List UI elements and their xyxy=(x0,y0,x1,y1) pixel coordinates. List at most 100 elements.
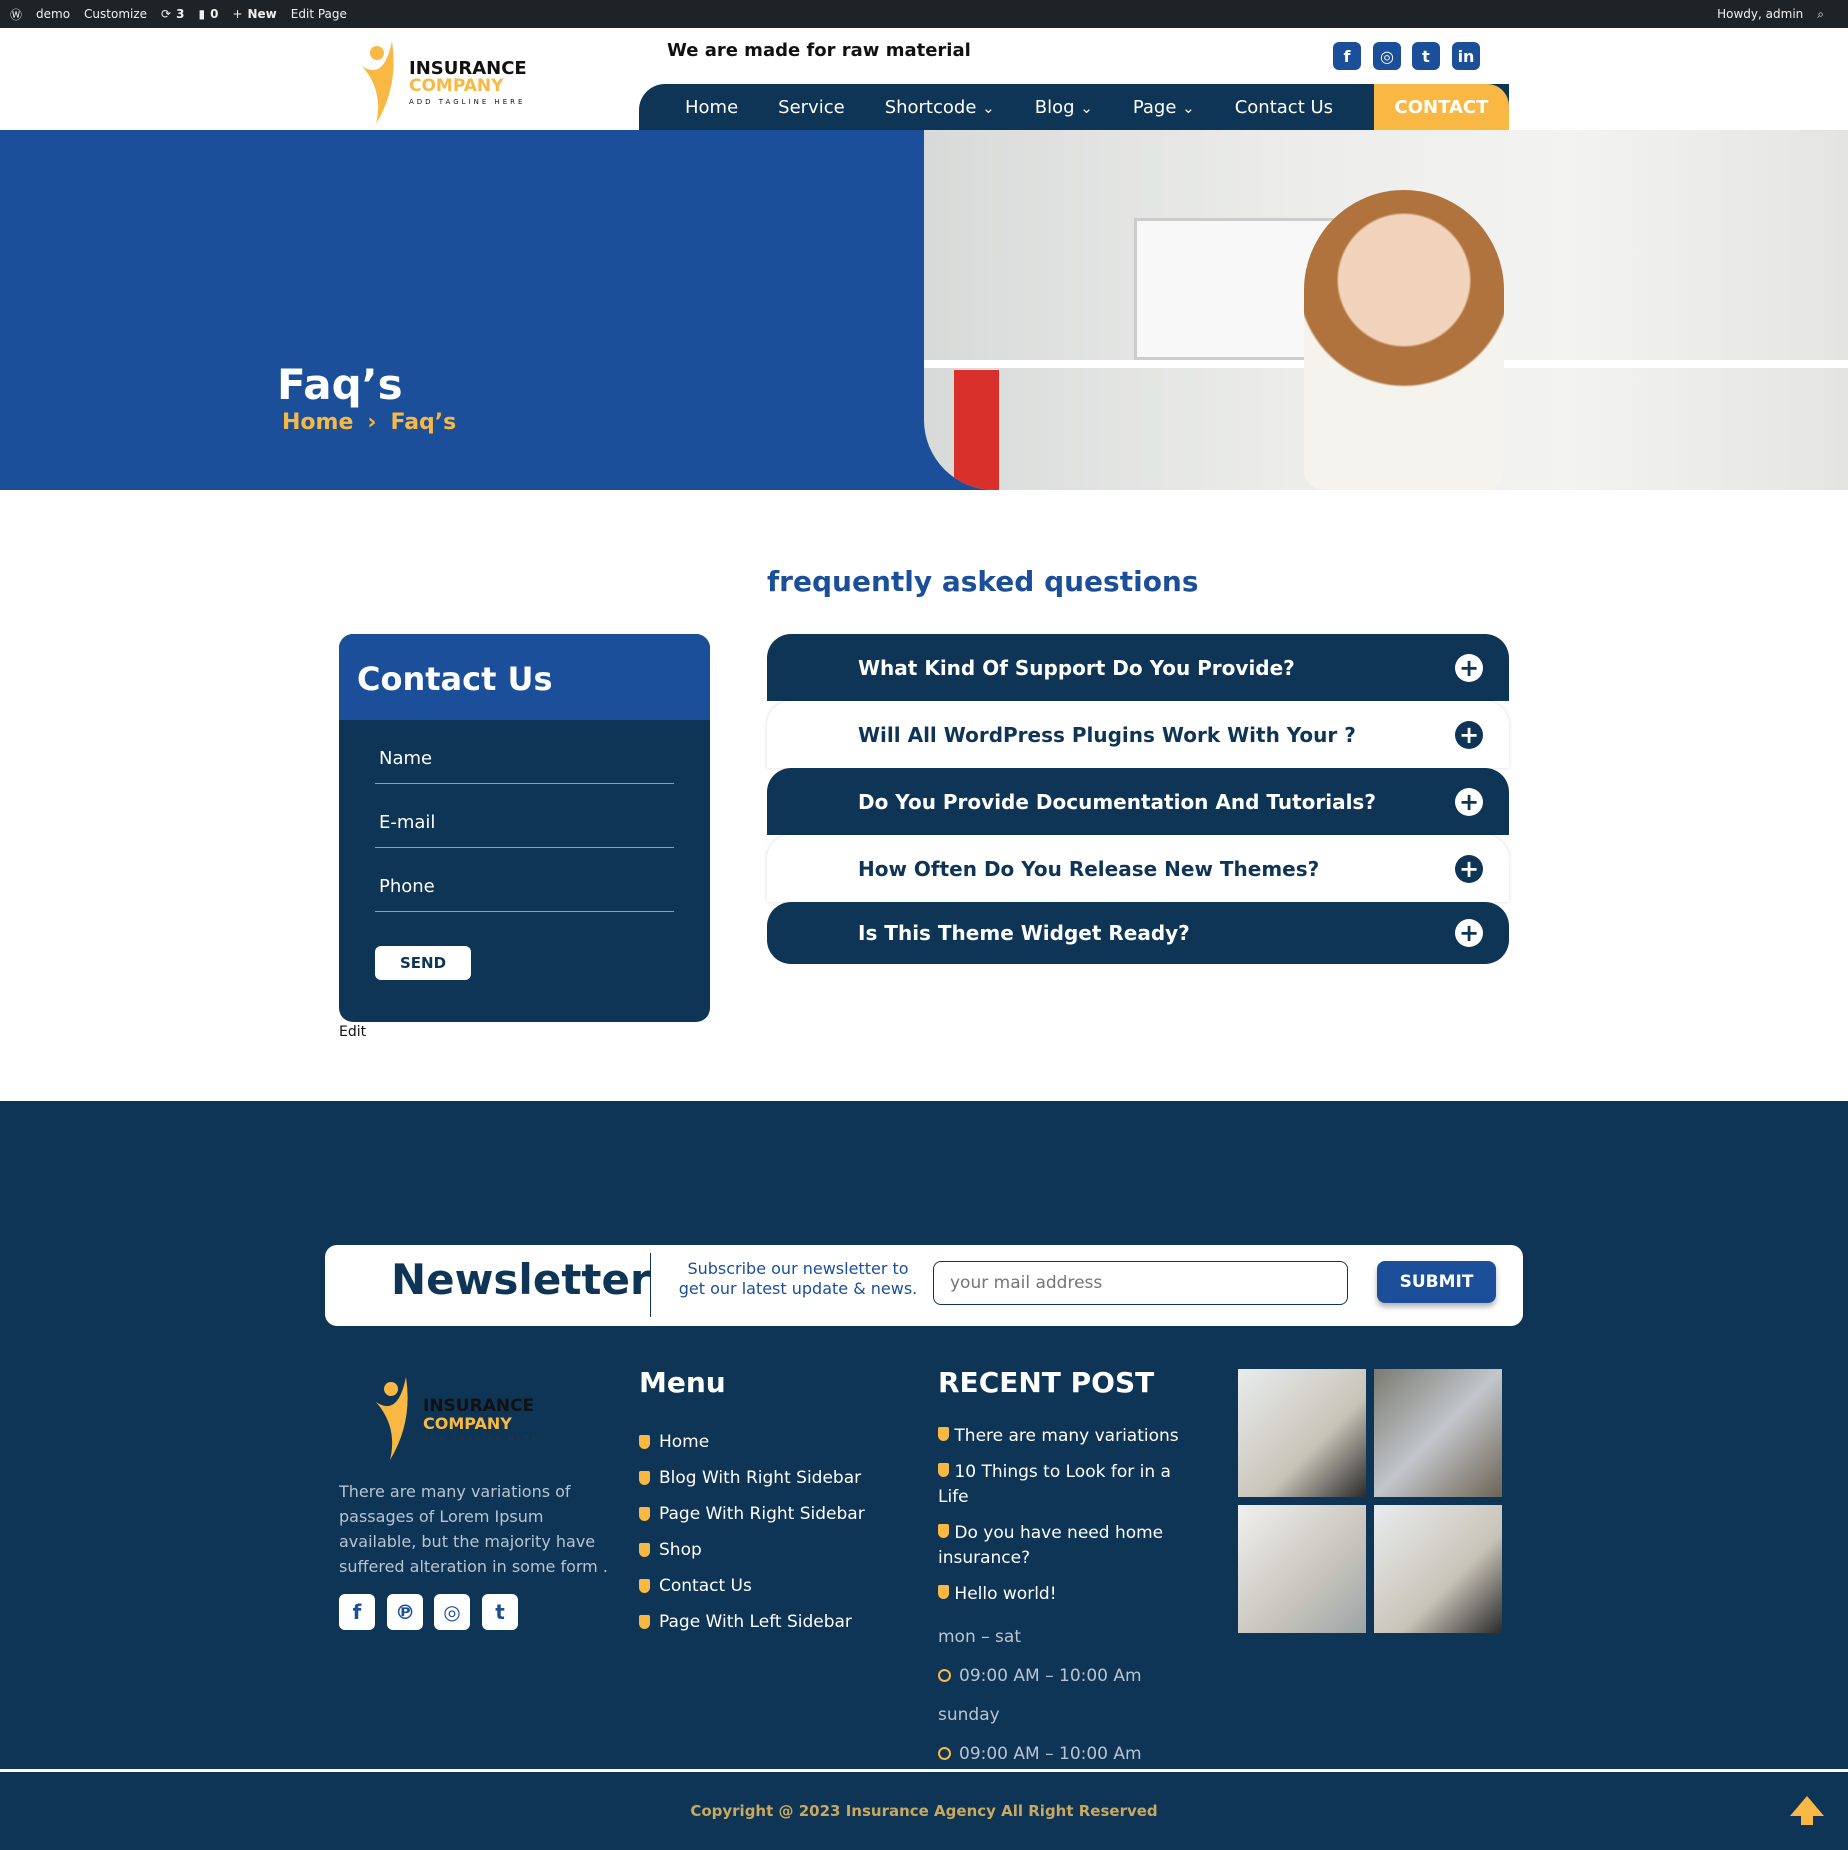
footer-menu-item[interactable]: Blog With Right Sidebar xyxy=(639,1460,865,1496)
shield-icon xyxy=(938,1427,949,1441)
gallery-thumb-living-room[interactable] xyxy=(1374,1505,1502,1633)
gallery-thumb-living-room[interactable] xyxy=(1238,1369,1366,1497)
copyright: Copyright @ 2023 Insurance Agency All Ri… xyxy=(690,1802,1158,1820)
pinterest-icon[interactable]: ℗ xyxy=(387,1594,423,1630)
admin-customize[interactable]: Customize xyxy=(84,7,147,21)
comments-count: 0 xyxy=(210,7,219,21)
footer-menu-item[interactable]: Page With Left Sidebar xyxy=(639,1604,865,1640)
gallery-thumb-interior[interactable] xyxy=(1238,1505,1366,1633)
plus-icon[interactable]: + xyxy=(1455,854,1483,883)
contact-form: Contact Us Name E-mail Phone SEND xyxy=(339,634,710,1022)
recent-post-link[interactable]: Do you have need home insurance? xyxy=(938,1521,1198,1571)
hours-time: 09:00 AM – 10:00 Am xyxy=(938,1664,1198,1689)
scroll-to-top-icon[interactable] xyxy=(1790,1796,1824,1816)
nav-home[interactable]: Home xyxy=(685,97,738,118)
logo-tagline: ADD TAGLINE HERE xyxy=(409,98,526,106)
gallery-thumb-car-tree[interactable] xyxy=(1374,1369,1502,1497)
edit-link[interactable]: Edit xyxy=(339,1024,366,1040)
main-nav: Home Service Shortcode ⌄ Blog ⌄ Page ⌄ C… xyxy=(639,84,1509,130)
linkedin-icon[interactable]: in xyxy=(1452,42,1480,70)
plus-icon[interactable]: + xyxy=(1455,919,1483,947)
name-field[interactable]: Name xyxy=(375,720,674,784)
nav-blog[interactable]: Blog ⌄ xyxy=(1035,97,1093,118)
plus-icon[interactable]: + xyxy=(1455,653,1483,682)
breadcrumb: Home › Faq’s xyxy=(282,410,456,435)
footer-menu-item[interactable]: Home xyxy=(639,1424,865,1460)
woman xyxy=(1304,190,1504,490)
divider xyxy=(650,1253,651,1317)
scroll-to-top-stem[interactable] xyxy=(1801,1815,1813,1825)
contact-cta-button[interactable]: CONTACT xyxy=(1374,84,1509,130)
menu-title: Menu xyxy=(639,1366,726,1399)
recent-post-link[interactable]: 10 Things to Look for in a Life xyxy=(938,1460,1198,1510)
footer-menu: Home Blog With Right Sidebar Page With R… xyxy=(639,1424,865,1640)
newsletter-email-input[interactable] xyxy=(933,1261,1348,1305)
faq-question: Is This Theme Widget Ready? xyxy=(858,921,1190,945)
recent-post-link[interactable]: There are many variations xyxy=(938,1424,1198,1449)
faq-item[interactable]: Is This Theme Widget Ready? + xyxy=(767,902,1509,964)
admin-bar: Ⓦ demo Customize ⟳ 3 ▮ 0 + New Edit Page… xyxy=(0,0,1848,28)
facebook-icon[interactable]: f xyxy=(339,1594,375,1630)
plus-icon[interactable]: + xyxy=(1455,720,1483,749)
twitter-icon[interactable]: t xyxy=(482,1594,518,1630)
email-field[interactable]: E-mail xyxy=(375,784,674,848)
instagram-icon[interactable]: ◎ xyxy=(434,1594,470,1630)
shield-icon xyxy=(938,1463,949,1477)
footer-menu-item[interactable]: Shop xyxy=(639,1532,865,1568)
faq-accordion: What Kind Of Support Do You Provide? + Wi… xyxy=(767,634,1509,964)
recent-post-link[interactable]: Hello world! xyxy=(938,1582,1198,1607)
wordpress-icon[interactable]: Ⓦ xyxy=(10,6,22,23)
breadcrumb-current: Faq’s xyxy=(390,410,457,435)
logo[interactable]: INSURANCE COMPANY ADD TAGLINE HERE xyxy=(354,36,544,126)
instagram-icon[interactable]: ◎ xyxy=(1373,42,1401,70)
shield-icon xyxy=(639,1435,650,1449)
shield-icon xyxy=(639,1579,650,1593)
nav-service[interactable]: Service xyxy=(778,97,845,118)
faq-question: How Often Do You Release New Themes? xyxy=(858,856,1320,881)
new-label: New xyxy=(247,7,277,21)
faq-item[interactable]: What Kind Of Support Do You Provide? + xyxy=(767,634,1509,701)
newsletter-subtitle: Subscribe our newsletter to get our late… xyxy=(678,1259,918,1298)
admin-howdy[interactable]: Howdy, admin xyxy=(1717,7,1803,21)
plus-icon[interactable]: + xyxy=(1455,787,1483,816)
nav-shortcode-label: Shortcode xyxy=(884,96,977,118)
faq-item[interactable]: How Often Do You Release New Themes? + xyxy=(767,835,1509,902)
shield-icon xyxy=(938,1524,949,1538)
admin-edit-page[interactable]: Edit Page xyxy=(291,7,347,21)
logo-line2: COMPANY xyxy=(423,1414,512,1433)
nav-page[interactable]: Page ⌄ xyxy=(1133,97,1195,118)
search-icon[interactable]: ⌕ xyxy=(1817,7,1824,22)
admin-updates[interactable]: ⟳ 3 xyxy=(161,7,184,21)
contact-form-title: Contact Us xyxy=(339,634,710,720)
breadcrumb-home[interactable]: Home xyxy=(282,410,353,435)
faq-question: Will All WordPress Plugins Work With You… xyxy=(858,722,1356,747)
logo-figure-icon xyxy=(376,1377,408,1460)
faq-question: What Kind Of Support Do You Provide? xyxy=(858,655,1295,680)
faq-item[interactable]: Do You Provide Documentation And Tutoria… xyxy=(767,768,1509,835)
footer-menu-item[interactable]: Contact Us xyxy=(639,1568,865,1604)
phone-field[interactable]: Phone xyxy=(375,848,674,912)
footer-about: There are many variations of passages of… xyxy=(339,1482,608,1576)
nav-shortcode[interactable]: Shortcode ⌄ xyxy=(885,97,995,118)
nav-contact-us[interactable]: Contact Us xyxy=(1235,97,1333,118)
binders xyxy=(954,370,999,490)
send-button[interactable]: SEND xyxy=(375,946,471,980)
footer xyxy=(0,1101,1848,1850)
footer-menu-item[interactable]: Page With Right Sidebar xyxy=(639,1496,865,1532)
admin-new[interactable]: + New xyxy=(232,7,276,21)
recent-posts: There are many variations 10 Things to L… xyxy=(938,1424,1198,1778)
admin-comments[interactable]: ▮ 0 xyxy=(198,7,218,21)
header-tagline: We are made for raw material xyxy=(667,40,971,61)
submit-button[interactable]: SUBMIT xyxy=(1377,1261,1496,1303)
faq-item[interactable]: Will All WordPress Plugins Work With You… xyxy=(767,701,1509,768)
facebook-icon[interactable]: f xyxy=(1333,42,1361,70)
nav-page-label: Page xyxy=(1132,96,1177,118)
page-title: Faq’s xyxy=(277,360,403,409)
admin-demo[interactable]: demo xyxy=(36,7,70,21)
shield-icon xyxy=(639,1615,650,1629)
shield-icon xyxy=(639,1507,650,1521)
twitter-icon[interactable]: t xyxy=(1412,42,1440,70)
footer-divider xyxy=(0,1769,1848,1772)
logo-line2: COMPANY xyxy=(409,76,504,96)
shield-icon xyxy=(938,1585,949,1599)
